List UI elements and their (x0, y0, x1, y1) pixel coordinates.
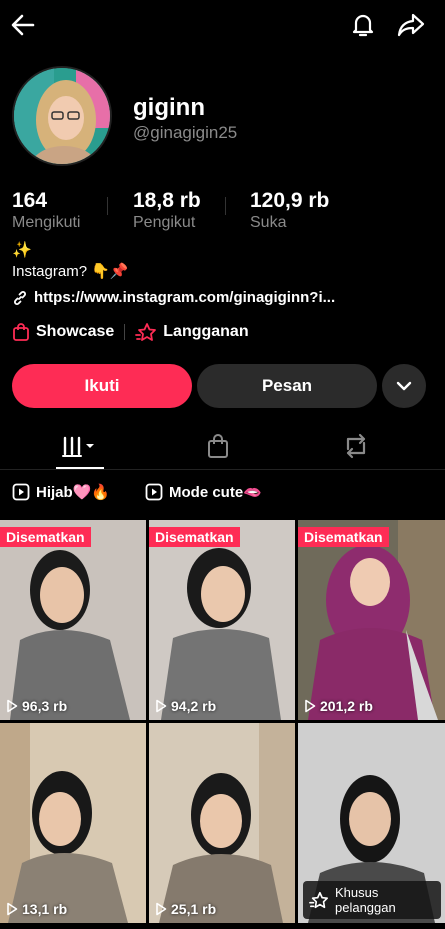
view-count: 201,2 rb (304, 698, 373, 714)
play-square-icon (145, 483, 163, 501)
play-outline-icon (7, 902, 18, 916)
avatar-image (14, 68, 110, 164)
subscription-star-icon (135, 323, 157, 341)
bio-link-text: https://www.instagram.com/ginagiginn?i..… (34, 289, 336, 306)
view-count-text: 13,1 rb (22, 901, 68, 917)
bio-text: Instagram? 👇📌 (12, 263, 129, 280)
playlist-label: Mode cute🫦 (169, 484, 262, 501)
follow-button[interactable]: Ikuti (12, 364, 192, 408)
subscriber-only-badge: Khusus pelanggan (303, 881, 441, 919)
stat-likes[interactable]: 120,9 rb Suka (250, 189, 329, 233)
video-cover-image (298, 520, 445, 720)
suggested-accounts-button[interactable] (382, 364, 426, 408)
shopping-bag-icon (13, 323, 29, 341)
shopping-bag-icon (208, 434, 228, 458)
bell-icon (352, 14, 374, 37)
view-count: 25,1 rb (155, 901, 216, 917)
view-count-text: 96,3 rb (22, 698, 68, 714)
repost-icon (346, 433, 366, 459)
top-bar (0, 0, 445, 52)
link-icon (14, 290, 26, 305)
chevron-down-icon (396, 381, 412, 391)
stat-label: Suka (250, 214, 287, 231)
grid-bars-icon (62, 436, 94, 457)
bio-link[interactable]: https://www.instagram.com/ginagiginn?i..… (12, 289, 335, 306)
stat-following[interactable]: 164 Mengikuti (12, 189, 80, 233)
playlist-hijab[interactable]: Hijab🩷🔥 (12, 483, 110, 501)
play-outline-icon (305, 699, 316, 713)
video-cover-image (149, 520, 295, 720)
video-thumbnail[interactable]: Disematkan 201,2 rb (298, 520, 445, 720)
tab-reposts[interactable] (282, 422, 430, 470)
profile-username: giginn (133, 94, 205, 121)
bio-sparkle: ✨ (12, 242, 32, 259)
stat-label: Pengikut (133, 214, 196, 231)
view-count: 94,2 rb (155, 698, 216, 714)
arrow-left-icon (11, 14, 35, 36)
back-button[interactable] (8, 10, 38, 40)
showcase-button[interactable]: Showcase (12, 322, 114, 342)
subscriber-only-text: Khusus pelanggan (335, 885, 396, 915)
shop-divider (124, 324, 126, 340)
avatar[interactable] (12, 66, 112, 166)
notification-button[interactable] (348, 10, 378, 40)
pinned-badge: Disematkan (0, 527, 91, 547)
video-cover-image (0, 723, 146, 923)
pinned-badge: Disematkan (149, 527, 240, 547)
video-thumbnail[interactable]: Khusus pelanggan (298, 723, 445, 923)
stat-value: 120,9 rb (250, 189, 330, 212)
subscription-star-icon (309, 891, 328, 909)
playlist-mode-cute[interactable]: Mode cute🫦 (145, 483, 262, 501)
stat-followers[interactable]: 18,8 rb Pengikut (133, 189, 201, 233)
subscription-button[interactable]: Langganan (135, 322, 249, 342)
stat-divider (107, 197, 108, 215)
stat-label: Mengikuti (12, 214, 81, 231)
shop-row: Showcase Langganan (12, 320, 249, 344)
view-count: 96,3 rb (6, 698, 67, 714)
pinned-badge: Disematkan (298, 527, 389, 547)
tab-shop[interactable] (144, 422, 292, 470)
profile-handle: @ginagigin25 (133, 123, 238, 142)
play-outline-icon (7, 699, 18, 713)
view-count-text: 201,2 rb (320, 698, 373, 714)
video-thumbnail[interactable]: 13,1 rb (0, 723, 146, 923)
stat-value: 18,8 rb (133, 189, 201, 212)
video-cover-image (0, 520, 146, 720)
active-tab-indicator (56, 467, 104, 469)
stat-value: 164 (12, 189, 48, 212)
video-thumbnail[interactable]: Disematkan 94,2 rb (149, 520, 295, 720)
video-thumbnail[interactable]: 25,1 rb (149, 723, 295, 923)
play-square-icon (12, 483, 30, 501)
share-arrow-icon (397, 13, 425, 37)
stat-divider (225, 197, 226, 215)
showcase-label: Showcase (36, 323, 115, 340)
view-count-text: 25,1 rb (171, 901, 217, 917)
tab-videos[interactable] (6, 422, 154, 470)
video-cover-image (149, 723, 295, 923)
play-outline-icon (156, 902, 167, 916)
playlist-label: Hijab🩷🔥 (36, 484, 111, 501)
play-outline-icon (156, 699, 167, 713)
content-tabs (0, 422, 445, 470)
video-thumbnail[interactable]: Disematkan 96,3 rb (0, 520, 146, 720)
profile-page: giginn @ginagigin25 164 Mengikuti 18,8 r… (0, 0, 445, 929)
share-button[interactable] (396, 10, 426, 40)
video-grid: Disematkan 96,3 rb Disematkan 94,2 rb Di… (0, 520, 445, 929)
view-count-text: 94,2 rb (171, 698, 217, 714)
view-count: 13,1 rb (6, 901, 67, 917)
message-button[interactable]: Pesan (197, 364, 377, 408)
subscription-label: Langganan (163, 323, 249, 340)
